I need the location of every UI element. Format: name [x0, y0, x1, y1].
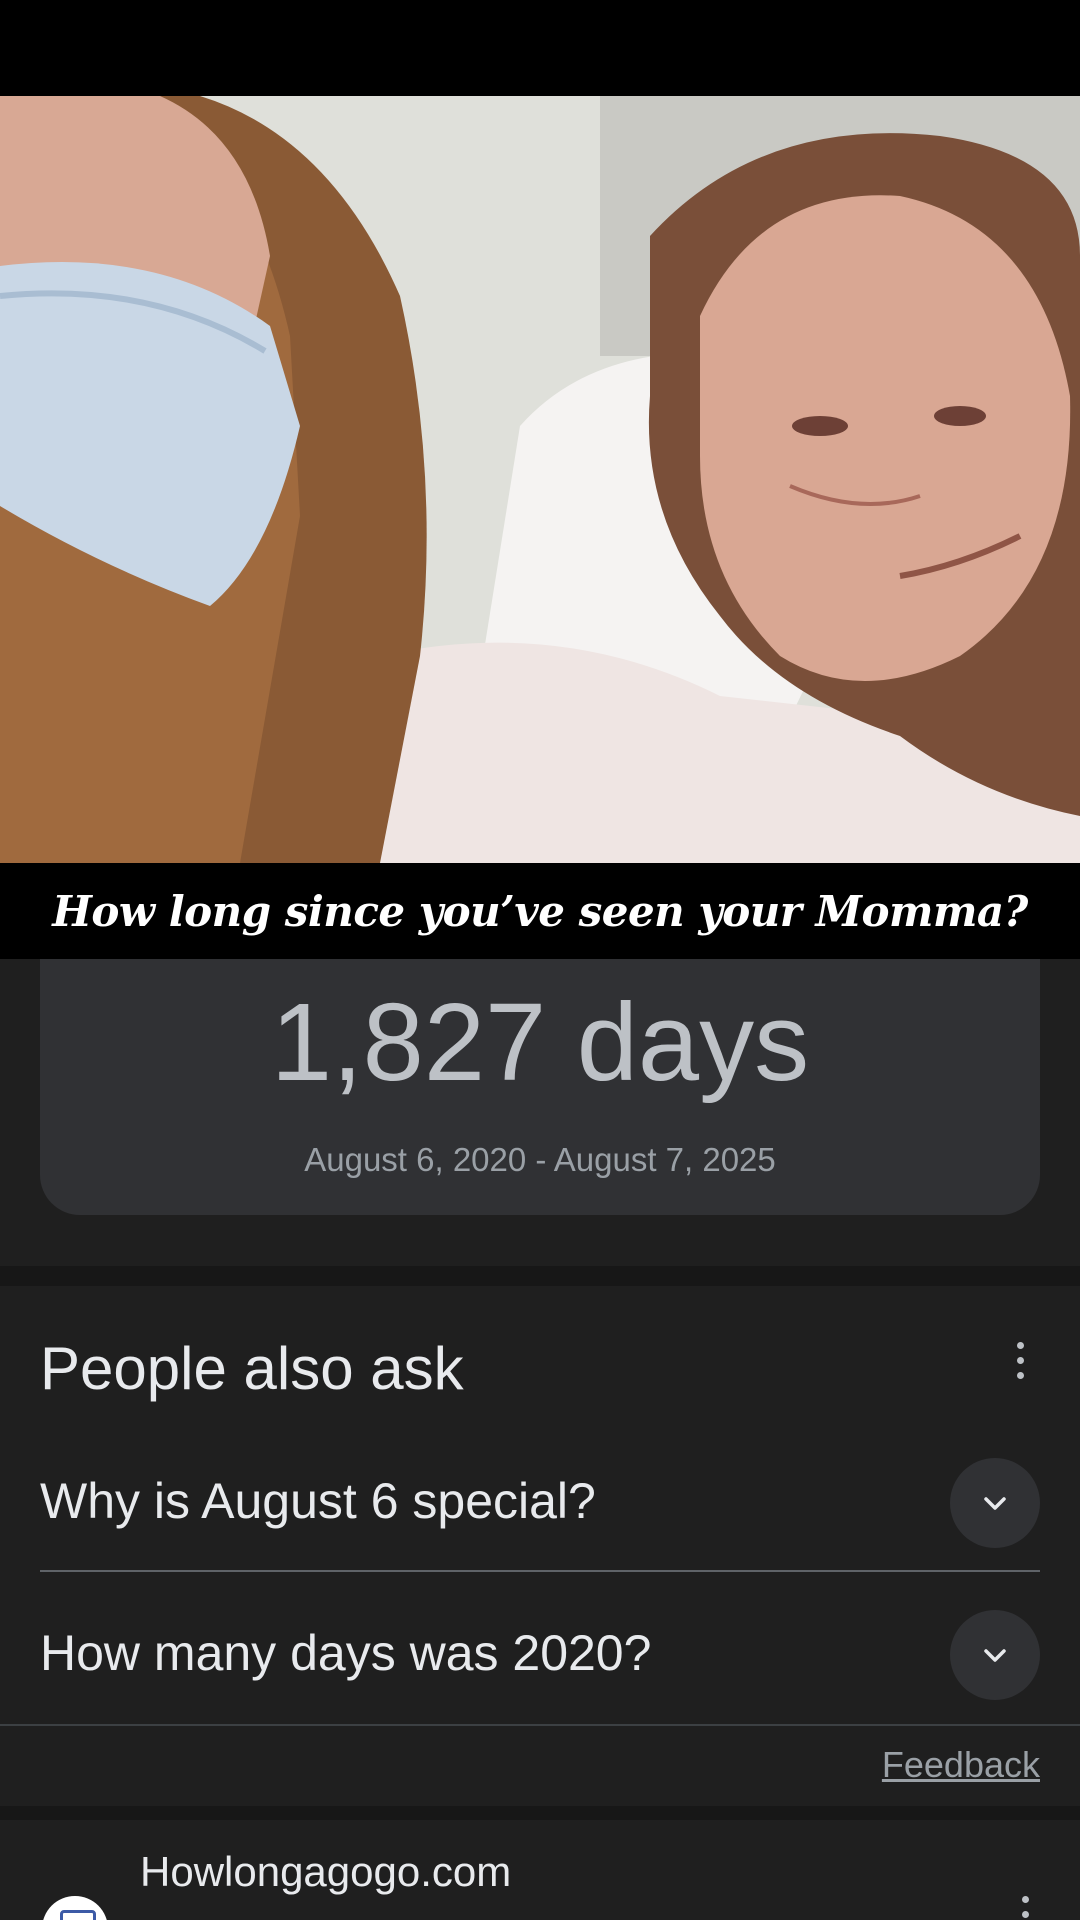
- feedback-link[interactable]: Feedback: [882, 1744, 1040, 1786]
- chevron-down-icon: [984, 1497, 1006, 1510]
- more-options-icon[interactable]: [1010, 1342, 1030, 1382]
- people-also-ask-section: People also ask Why is August 6 special?…: [0, 1286, 1080, 1724]
- photo-illustration: [0, 96, 1080, 863]
- expand-button[interactable]: [950, 1610, 1040, 1700]
- site-favicon-icon: [42, 1896, 108, 1920]
- section-divider: [0, 1266, 1080, 1286]
- photo-caption: How long since you’ve seen your Momma?: [52, 886, 1028, 936]
- question-item[interactable]: How many days was 2020?: [40, 1580, 1040, 1732]
- section-divider: [0, 1806, 1080, 1820]
- site-name[interactable]: Howlongagogo.com: [140, 1848, 511, 1896]
- status-bar: [0, 0, 1080, 96]
- question-divider: [40, 1570, 1040, 1572]
- days-count: 1,827 days: [270, 981, 810, 1104]
- date-range: August 6, 2020 - August 7, 2025: [304, 1141, 776, 1178]
- question-text: Why is August 6 special?: [40, 1473, 596, 1529]
- chevron-down-icon: [984, 1649, 1006, 1662]
- date-difference-card: 1,827 days August 6, 2020 - August 7, 20…: [40, 959, 1040, 1215]
- more-options-icon[interactable]: [1015, 1896, 1035, 1920]
- question-item[interactable]: Why is August 6 special?: [40, 1428, 1040, 1580]
- expand-button[interactable]: [950, 1458, 1040, 1548]
- caption-band: How long since you’ve seen your Momma?: [0, 863, 1080, 959]
- question-text: How many days was 2020?: [40, 1625, 652, 1681]
- feedback-bar: Feedback: [0, 1724, 1080, 1806]
- search-result[interactable]: Howlongagogo.com: [0, 1820, 1080, 1920]
- section-title: People also ask: [40, 1335, 464, 1402]
- photo: [0, 96, 1080, 863]
